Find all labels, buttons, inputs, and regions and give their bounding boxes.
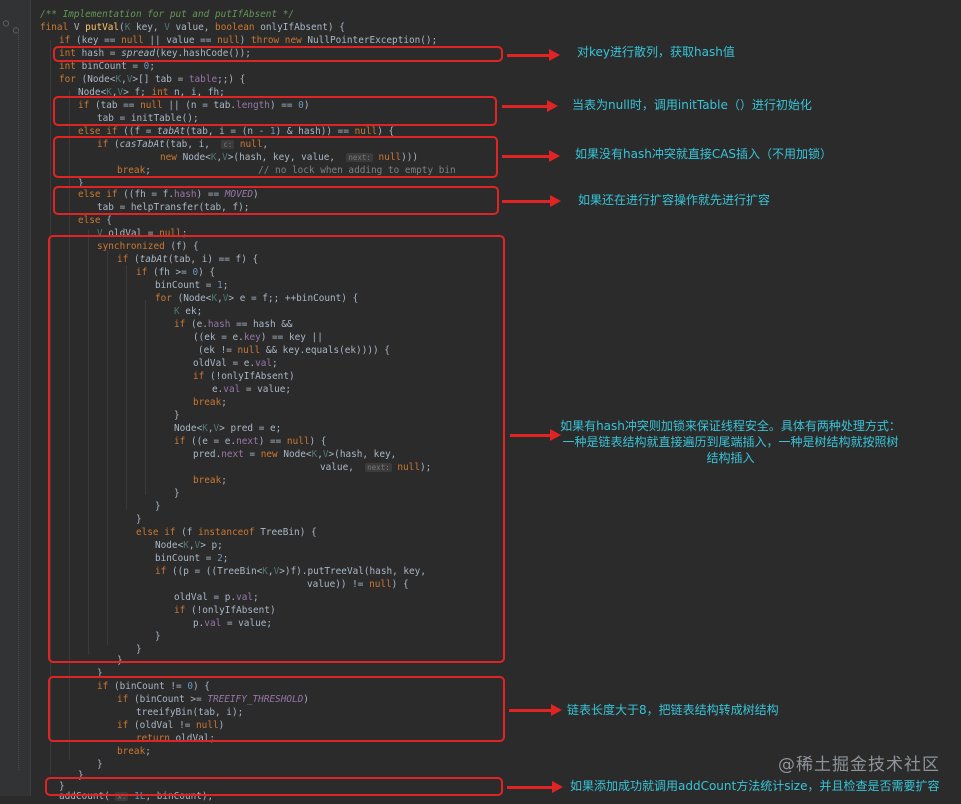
annotation-cas-insert: 如果没有hash冲突就直接CAS插入（不用加锁）: [575, 147, 833, 161]
highlight-box-treeify: [48, 676, 505, 742]
highlight-box-add-count: [45, 777, 503, 796]
code-line-58: break;: [117, 746, 151, 757]
arrow-7-icon: [507, 781, 563, 793]
highlight-box-synchronized: [48, 235, 505, 663]
code-line-5: int binCount = 0;: [59, 61, 155, 72]
code-line-1: /** Implementation for put and putIfAbse…: [40, 9, 294, 20]
code-line-2: final V putVal(K key, V value, boolean o…: [40, 22, 345, 33]
annotation-synchronized: 如果有hash冲突则加锁来保证线程安全。具体有两种处理方式： 一种是链表结构就直…: [558, 418, 903, 466]
code-line-59: }: [97, 759, 103, 770]
arrow-2-icon: [502, 100, 558, 112]
highlight-box-hash: [53, 46, 503, 62]
arrow-1-icon: [507, 49, 560, 61]
annotation-synchronized-line-3: 结构插入: [706, 451, 755, 465]
watermark: @稀土掘金技术社区: [778, 755, 940, 775]
annotation-synchronized-line-1: 如果有hash冲突则加锁来保证线程安全。具体有两种处理方式：: [560, 419, 901, 433]
annotation-help-transfer: 如果还在进行扩容操作就先进行扩容: [578, 193, 771, 207]
code-line-17: else {: [78, 215, 112, 226]
annotation-hash: 对key进行散列，获取hash值: [577, 45, 735, 59]
highlight-box-cas-insert: [53, 136, 498, 178]
arrow-6-icon: [509, 704, 562, 716]
highlight-box-init-table: [53, 96, 497, 126]
arrow-3-icon: [502, 150, 560, 162]
annotation-treeify: 链表长度大于8，把链表结构转成树结构: [567, 703, 779, 717]
arrow-5-icon: [510, 429, 561, 441]
highlight-box-help-transfer: [53, 186, 499, 215]
code-line-6: for (Node<K,V>[] tab = table;;) {: [59, 74, 246, 85]
annotation-init-table: 当表为null时，调用initTable（）进行初始化: [572, 98, 812, 112]
arrow-4-icon: [502, 195, 561, 207]
annotation-synchronized-line-2: 一种是链表结构就直接遍历到尾端插入，一种是树结构就按照树: [562, 435, 899, 449]
annotation-add-count: 如果添加成功就调用addCount方法统计size，并且检查是否需要扩容: [570, 779, 940, 793]
